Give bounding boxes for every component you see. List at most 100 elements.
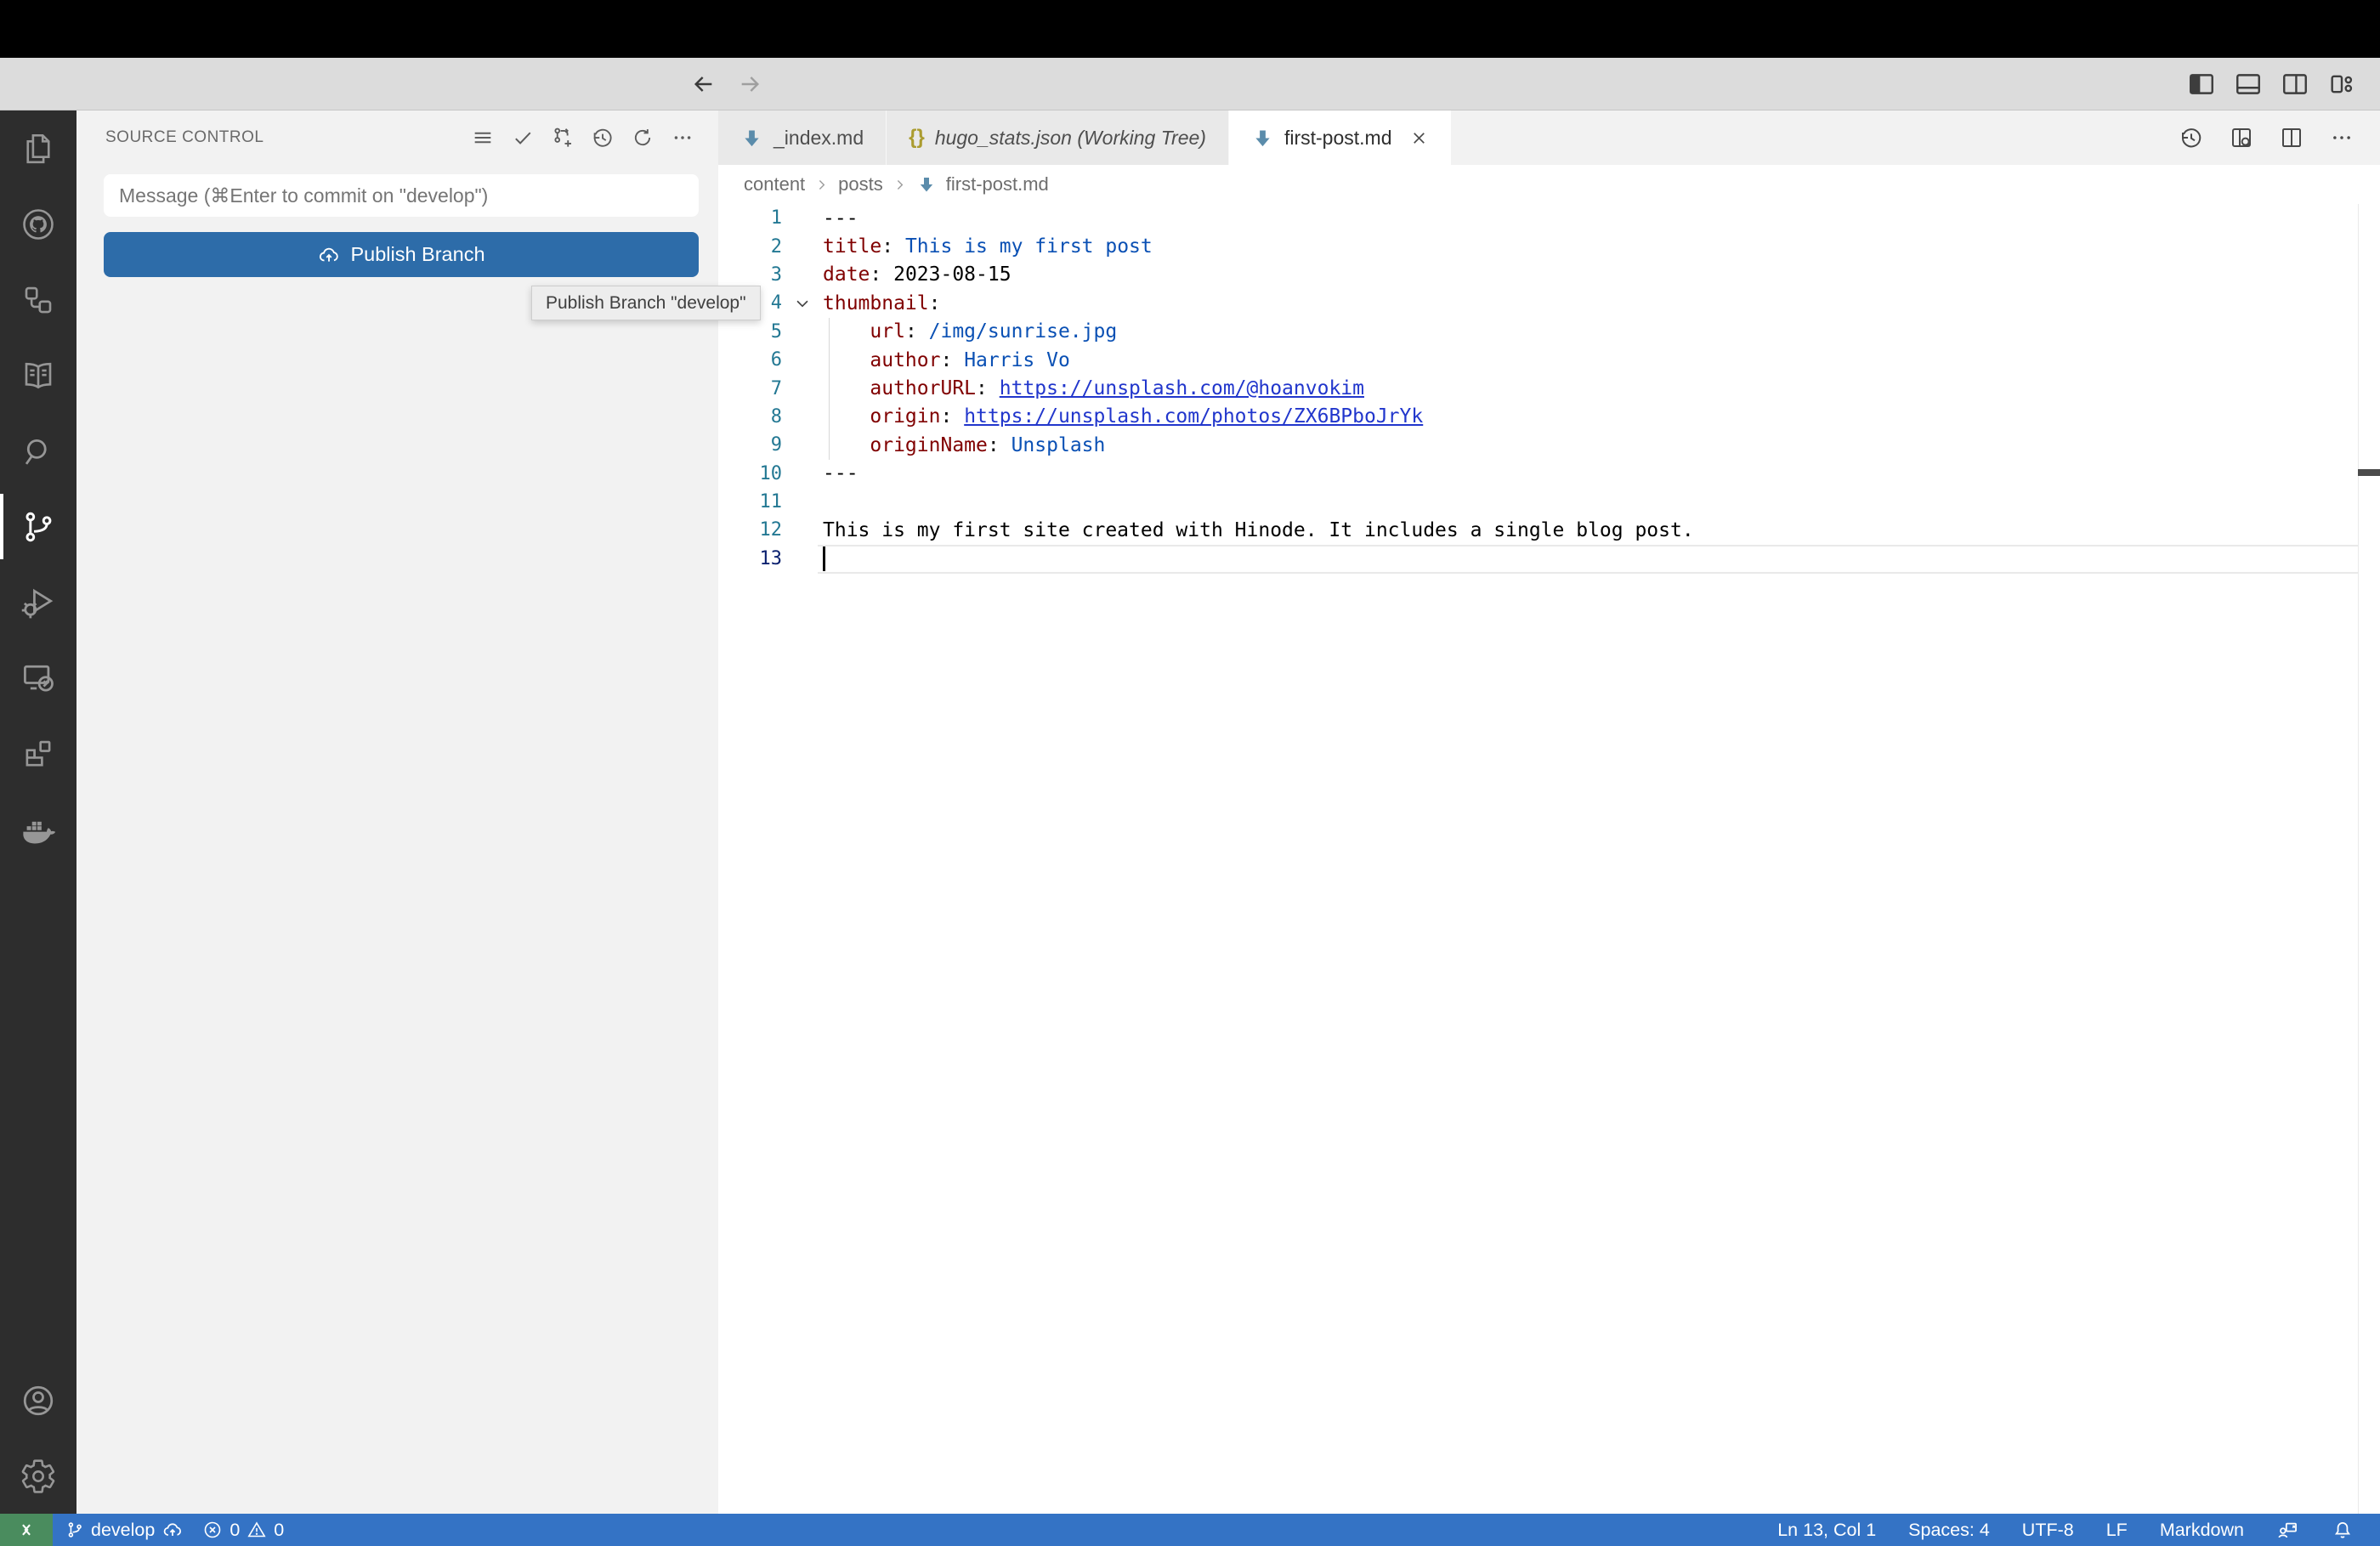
forward-button[interactable]	[731, 67, 768, 101]
eol-sequence[interactable]: LF	[2090, 1520, 2144, 1541]
code-editor[interactable]: 1 --- 2 title: This is my first post 3 date: …	[718, 204, 2380, 573]
cursor-position[interactable]: Ln 13, Col 1	[1761, 1520, 1892, 1541]
fold-chevron-icon[interactable]	[782, 294, 823, 313]
remote-indicator[interactable]	[0, 1514, 53, 1546]
line-number[interactable]: 5	[718, 321, 782, 343]
activity-extensions[interactable]	[0, 716, 76, 791]
feedback-indicator[interactable]	[2260, 1519, 2315, 1542]
open-preview-icon[interactable]	[2227, 123, 2256, 152]
code-line[interactable]: 6 author: Harris Vo	[718, 346, 2380, 374]
breadcrumb-item-posts[interactable]: posts	[838, 173, 883, 195]
line-number[interactable]: 8	[718, 406, 782, 428]
code-text[interactable]	[823, 546, 825, 571]
create-branch-icon[interactable]	[549, 124, 576, 151]
close-icon[interactable]	[1409, 128, 1429, 148]
code-line[interactable]: 10 ---	[718, 460, 2380, 488]
menu-bar-strip	[0, 0, 2380, 58]
code-text[interactable]: originName: Unsplash	[823, 434, 1105, 456]
book-icon	[25, 362, 52, 388]
split-editor-icon[interactable]	[2277, 123, 2306, 152]
line-number[interactable]: 10	[718, 463, 783, 484]
line-number[interactable]: 7	[718, 378, 782, 399]
source-control-icon	[26, 512, 52, 541]
line-number[interactable]: 11	[718, 491, 783, 513]
notifications-indicator[interactable]	[2315, 1519, 2370, 1541]
line-number[interactable]: 3	[718, 264, 782, 286]
warning-count: 0	[274, 1519, 285, 1540]
markdown-icon	[745, 130, 759, 146]
publish-branch-label: Publish Branch	[350, 243, 485, 265]
history-icon[interactable]	[589, 124, 616, 151]
code-line[interactable]: 7 authorURL: https://unsplash.com/@hoanv…	[718, 374, 2380, 402]
toggle-sidebar-icon[interactable]	[2185, 68, 2218, 100]
branch-indicator[interactable]: develop	[56, 1519, 193, 1541]
activity-bar-spacer	[0, 867, 76, 1362]
code-text[interactable]: ---	[823, 207, 858, 229]
code-line[interactable]: 8 origin: https://unsplash.com/photos/ZX…	[718, 403, 2380, 431]
code-line[interactable]: 2 title: This is my first post	[718, 232, 2380, 260]
code-line[interactable]: 4 thumbnail:	[718, 289, 2380, 317]
code-text[interactable]: authorURL: https://unsplash.com/@hoanvok…	[823, 377, 1364, 399]
arrow-right-icon	[741, 76, 760, 92]
language-mode[interactable]: Markdown	[2144, 1520, 2260, 1541]
tab-index-md[interactable]: _index.md	[718, 110, 887, 165]
code-line[interactable]: 12 This is my first site created with Hin…	[718, 516, 2380, 544]
more-actions-icon[interactable]	[669, 124, 696, 151]
line-number[interactable]: 2	[718, 236, 782, 258]
indentation[interactable]: Spaces: 4	[1892, 1520, 2006, 1541]
activity-search[interactable]	[0, 413, 76, 489]
code-text[interactable]: url: /img/sunrise.jpg	[823, 320, 1117, 343]
toggle-secondary-sidebar-icon[interactable]	[2279, 68, 2311, 100]
code-text[interactable]: This is my first site created with Hinod…	[823, 519, 1694, 541]
commit-check-icon[interactable]	[509, 124, 536, 151]
run-debug-icon	[21, 588, 54, 618]
activity-docker[interactable]	[0, 791, 76, 867]
line-number[interactable]: 9	[718, 434, 782, 456]
tab-hugo-stats-json[interactable]: {} hugo_stats.json (Working Tree)	[887, 110, 1229, 165]
activity-explorer[interactable]	[0, 110, 76, 186]
code-text[interactable]: thumbnail:	[823, 292, 940, 314]
customize-layout-icon[interactable]	[2326, 68, 2358, 100]
code-line[interactable]: 9 originName: Unsplash	[718, 431, 2380, 459]
publish-branch-button[interactable]: Publish Branch	[104, 232, 699, 277]
code-line[interactable]: 3 date: 2023-08-15	[718, 261, 2380, 289]
back-button[interactable]	[685, 67, 722, 101]
line-number[interactable]: 12	[718, 519, 783, 541]
timeline-icon[interactable]	[2177, 123, 2206, 152]
activity-account[interactable]	[0, 1362, 76, 1438]
activity-references[interactable]	[0, 262, 76, 337]
activity-settings[interactable]	[0, 1438, 76, 1514]
activity-docs[interactable]	[0, 337, 76, 413]
activity-github[interactable]	[0, 186, 76, 262]
breadcrumb-item-content[interactable]: content	[744, 173, 805, 195]
code-line[interactable]: 5 url: /img/sunrise.jpg	[718, 318, 2380, 346]
more-actions-icon[interactable]	[2327, 123, 2356, 152]
publish-branch-tooltip: Publish Branch "develop"	[531, 286, 761, 320]
branch-name: develop	[91, 1519, 156, 1540]
encoding[interactable]: UTF-8	[2006, 1520, 2090, 1541]
code-text[interactable]: origin: https://unsplash.com/photos/ZX6B…	[823, 405, 1423, 428]
code-line[interactable]: 1 ---	[718, 204, 2380, 232]
code-line[interactable]: 13	[718, 545, 2380, 573]
code-text[interactable]: author: Harris Vo	[823, 349, 1069, 371]
tab-bar: _index.md {} hugo_stats.json (Working Tr…	[718, 110, 2380, 165]
view-as-list-icon[interactable]	[469, 124, 496, 151]
code-line[interactable]: 11	[718, 488, 2380, 516]
line-number[interactable]: 13	[718, 548, 783, 569]
activity-remote-explorer[interactable]	[0, 640, 76, 716]
commit-message-input[interactable]	[104, 174, 699, 217]
code-text[interactable]: ---	[823, 462, 858, 484]
activity-bar	[0, 110, 76, 1514]
toggle-panel-icon[interactable]	[2232, 68, 2264, 100]
activity-run-debug[interactable]	[0, 564, 76, 640]
line-number[interactable]: 6	[718, 349, 782, 371]
tab-first-post-md[interactable]: first-post.md	[1228, 110, 1451, 165]
docker-icon	[23, 821, 56, 843]
code-text[interactable]: date: 2023-08-15	[823, 263, 1012, 286]
breadcrumb-item-file[interactable]: first-post.md	[946, 173, 1049, 195]
refresh-icon[interactable]	[629, 124, 656, 151]
activity-source-control[interactable]	[0, 489, 76, 564]
line-number[interactable]: 1	[718, 207, 782, 229]
code-text[interactable]: title: This is my first post	[823, 235, 1153, 258]
problems-indicator[interactable]: 0 0	[193, 1520, 293, 1541]
